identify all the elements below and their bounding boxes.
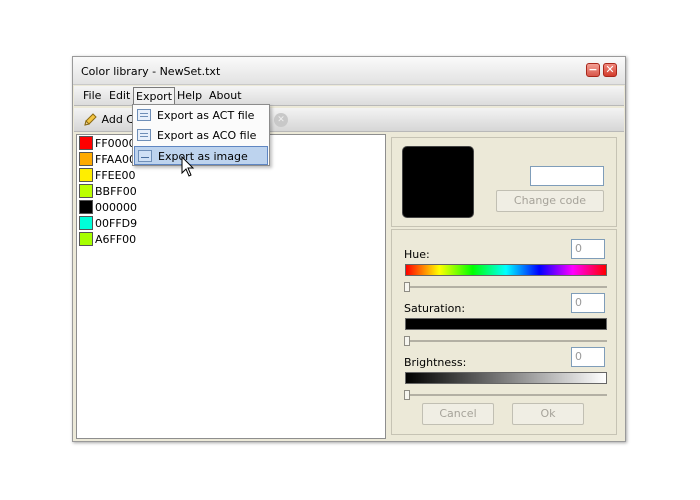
color-hex-label: 000000 (95, 201, 137, 214)
export-image-label: Export as image (158, 150, 248, 163)
export-image-item[interactable]: Export as image (134, 146, 268, 165)
color-preview-panel: Change code (391, 137, 617, 227)
brightness-slider[interactable] (405, 394, 607, 396)
saturation-input[interactable]: 0 (571, 293, 605, 313)
color-swatch (79, 152, 93, 166)
color-hex-label: FFAA00 (95, 153, 136, 166)
brightness-label: Brightness: (404, 356, 467, 369)
color-preview (402, 146, 474, 218)
export-act-label: Export as ACT file (157, 109, 255, 122)
menu-about[interactable]: About (207, 89, 244, 102)
brightness-gradient-bar (405, 372, 607, 384)
minimize-button[interactable]: − (586, 63, 600, 77)
color-hex-label: A6FF00 (95, 233, 137, 246)
menu-bar: File Edit Export Help About (74, 86, 624, 106)
color-list-item[interactable]: 00FFD9 (77, 215, 385, 231)
export-aco-label: Export as ACO file (157, 129, 257, 142)
hue-label: Hue: (404, 248, 430, 261)
cancel-button[interactable]: Cancel (422, 403, 494, 425)
color-hex-label: BBFF00 (95, 185, 137, 198)
menu-file[interactable]: File (81, 89, 103, 102)
mouse-cursor-icon (181, 156, 195, 177)
color-list-item[interactable]: 000000 (77, 199, 385, 215)
saturation-slider-thumb[interactable] (404, 336, 410, 346)
change-code-button[interactable]: Change code (496, 190, 604, 212)
hue-input[interactable]: 0 (571, 239, 605, 259)
saturation-gradient-bar (405, 318, 607, 330)
color-swatch (79, 200, 93, 214)
export-act-item[interactable]: Export as ACT file (134, 106, 268, 125)
saturation-slider[interactable] (405, 340, 607, 342)
pencil-icon (84, 113, 97, 126)
menu-help[interactable]: Help (175, 89, 204, 102)
hue-gradient-bar (405, 264, 607, 276)
ok-button[interactable]: Ok (512, 403, 584, 425)
color-swatch (79, 136, 93, 150)
color-list-item[interactable]: FFEE00 (77, 167, 385, 183)
export-aco-item[interactable]: Export as ACO file (134, 126, 268, 145)
color-swatch (79, 184, 93, 198)
color-swatch (79, 168, 93, 182)
menu-export[interactable]: Export (133, 87, 176, 105)
color-hex-label: FF0000 (95, 137, 136, 150)
hue-slider-thumb[interactable] (404, 282, 410, 292)
color-code-input[interactable] (530, 166, 604, 186)
color-list[interactable]: FF0000 FFAA00 FFEE00 BBFF00 000000 00FFD… (76, 134, 386, 439)
color-hex-label: FFEE00 (95, 169, 136, 182)
color-list-item[interactable]: A6FF00 (77, 231, 385, 247)
export-dropdown-menu: Export as ACT file Export as ACO file Ex… (132, 104, 270, 166)
hue-slider[interactable] (405, 286, 607, 288)
remove-color-icon: ✕ (274, 113, 288, 127)
color-swatch (79, 216, 93, 230)
close-button[interactable]: ✕ (603, 63, 617, 77)
brightness-input[interactable]: 0 (571, 347, 605, 367)
color-hex-label: 00FFD9 (95, 217, 138, 230)
table-icon (137, 109, 151, 121)
hsb-panel: Hue: 0 Saturation: 0 Brightness: 0 Cance… (391, 229, 617, 435)
image-icon (138, 150, 152, 162)
brightness-slider-thumb[interactable] (404, 390, 410, 400)
table-icon (137, 129, 151, 141)
title-bar: Color library - NewSet.txt − ✕ (73, 57, 625, 85)
color-swatch (79, 232, 93, 246)
color-list-item[interactable]: BBFF00 (77, 183, 385, 199)
saturation-label: Saturation: (404, 302, 466, 315)
menu-edit[interactable]: Edit (107, 89, 132, 102)
window-title: Color library - NewSet.txt (81, 65, 221, 78)
